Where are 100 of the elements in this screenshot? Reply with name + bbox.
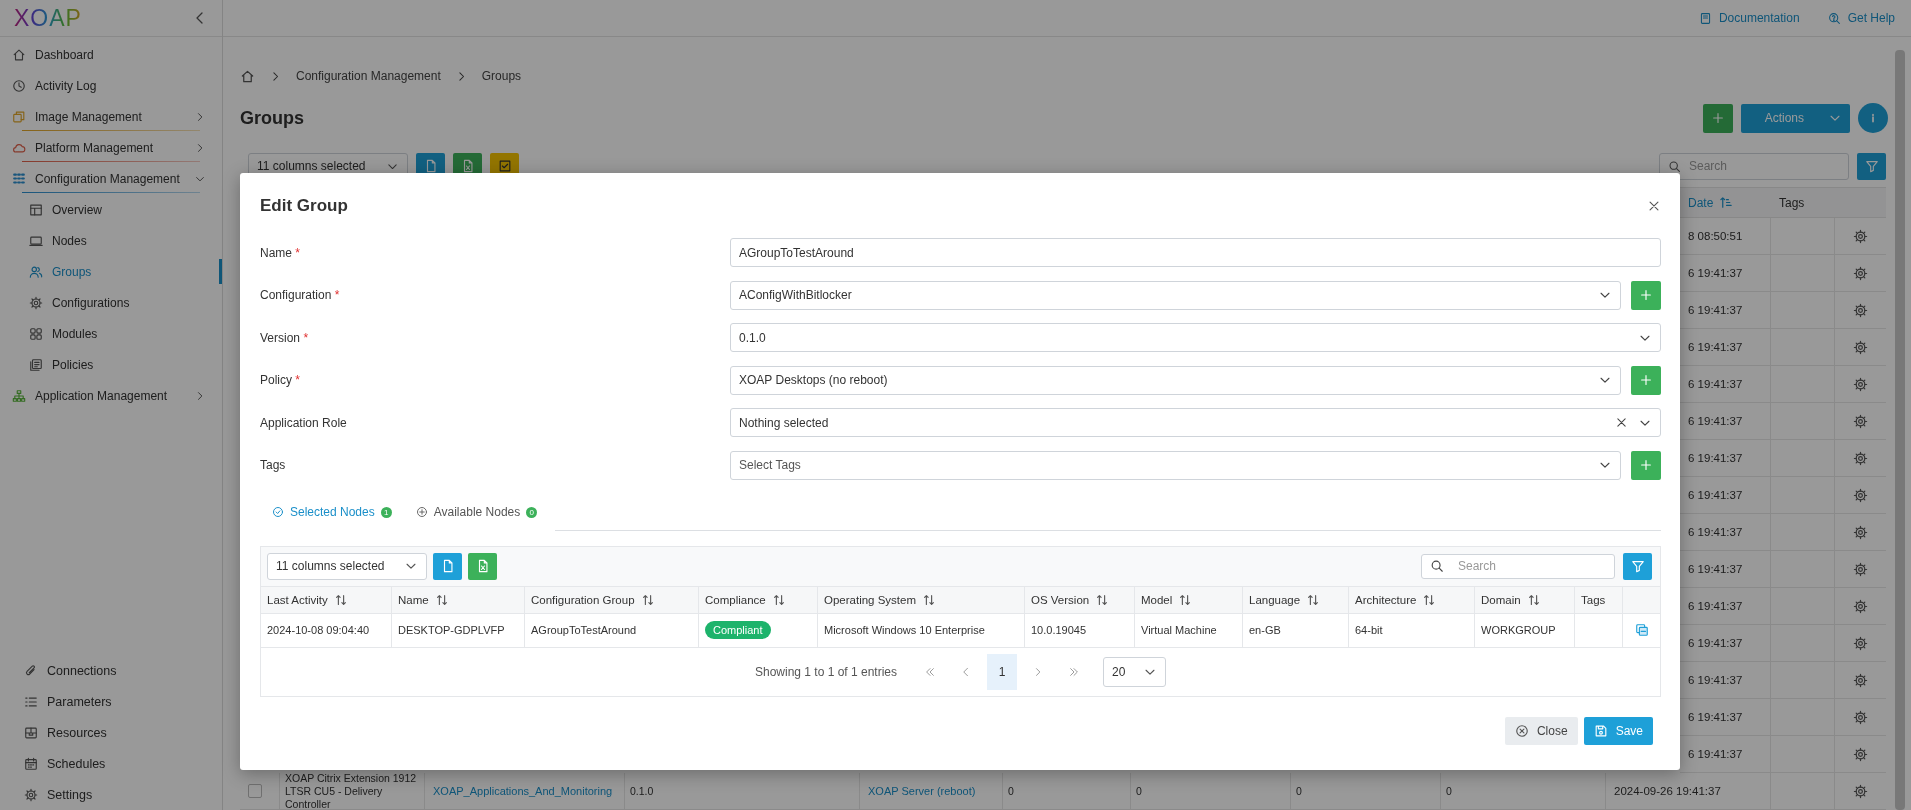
select-field[interactable]: Nothing selected <box>730 408 1661 438</box>
search-icon <box>1430 559 1444 574</box>
double-chevron-right-icon <box>1068 665 1081 678</box>
settings-button[interactable] <box>1853 746 1868 762</box>
add-button[interactable] <box>1631 450 1661 480</box>
settings-button[interactable] <box>1853 635 1868 651</box>
column-header[interactable]: OS Version <box>1025 585 1135 614</box>
add-button[interactable] <box>1631 365 1661 395</box>
select-field[interactable]: Select Tags <box>730 450 1621 480</box>
field-label: Configuration * <box>260 288 340 303</box>
sidebar-item[interactable]: Platform Management <box>0 132 222 163</box>
columns-dropdown[interactable]: 11 columns selected <box>267 552 427 580</box>
column-header[interactable]: Tags <box>1771 188 1835 218</box>
row-checkbox[interactable] <box>248 784 262 798</box>
gear-icon <box>1853 487 1868 503</box>
close-icon <box>1647 199 1661 213</box>
close-button[interactable]: Close <box>1504 716 1578 745</box>
close-button[interactable] <box>1647 199 1661 213</box>
settings-button[interactable] <box>1853 598 1868 614</box>
info-button[interactable] <box>1858 103 1888 133</box>
column-header[interactable]: Last Activity <box>261 585 392 614</box>
settings-button[interactable] <box>1853 265 1868 281</box>
settings-button[interactable] <box>1853 561 1868 577</box>
sort-icon <box>1178 592 1193 607</box>
settings-button[interactable] <box>1853 524 1868 540</box>
sidebar-item[interactable]: Image Management <box>0 101 222 132</box>
add-button[interactable] <box>1631 280 1661 310</box>
settings-button[interactable] <box>1853 302 1868 318</box>
table-cell: 0.1.0 <box>625 773 860 810</box>
settings-button[interactable] <box>1853 413 1868 429</box>
gear-icon <box>1853 450 1868 466</box>
sidebar-item[interactable]: Configurations <box>0 287 222 318</box>
tab[interactable]: Available Nodes 0 <box>403 493 550 531</box>
column-header[interactable]: Configuration Group <box>525 585 699 614</box>
settings-button[interactable] <box>1853 709 1868 725</box>
close-circle-icon <box>1514 723 1529 738</box>
sort-icon <box>1526 592 1541 607</box>
gear-icon <box>1853 228 1868 244</box>
select-field[interactable]: XOAP Desktops (no reboot) <box>730 365 1621 395</box>
tab[interactable]: Selected Nodes 1 <box>260 493 404 531</box>
gear-icon <box>1853 783 1868 799</box>
count-badge: 0 <box>526 506 538 518</box>
select-field[interactable]: 0.1.0 <box>730 323 1661 353</box>
column-header[interactable]: Operating System <box>818 585 1025 614</box>
column-header[interactable]: Tags <box>1575 585 1623 614</box>
modules-icon <box>29 326 43 341</box>
settings-button[interactable] <box>1853 672 1868 688</box>
sidebar-item[interactable]: Modules <box>0 318 222 349</box>
scrollbar[interactable] <box>1895 50 1905 810</box>
copy-button[interactable] <box>1634 623 1649 638</box>
table-cell: en-GB <box>1243 613 1349 648</box>
sidebar-item[interactable]: Application Management <box>0 380 222 411</box>
filter-button[interactable] <box>1857 152 1886 180</box>
sidebar-item[interactable]: Policies <box>0 349 222 380</box>
settings-button[interactable] <box>1853 376 1868 392</box>
column-header[interactable]: Domain <box>1475 585 1575 614</box>
help-icon <box>1827 11 1841 25</box>
dots-grid-icon <box>12 171 26 186</box>
table-cell: 0 <box>1441 773 1606 810</box>
sidebar-item[interactable]: Configuration Management <box>0 163 222 194</box>
sort-icon <box>922 592 937 607</box>
filter-button[interactable] <box>1623 552 1652 580</box>
sidebar-item[interactable]: Overview <box>0 194 222 225</box>
name-field[interactable]: AGroupToTestAround <box>730 238 1661 267</box>
column-header[interactable]: Model <box>1135 585 1243 614</box>
settings-button[interactable] <box>1853 228 1868 244</box>
sidebar-item[interactable]: Activity Log <box>0 70 222 101</box>
plus-icon <box>1639 288 1653 303</box>
table-cell: XOAP Citrix Extension 1912 LTSR CU5 - Delivery Controller <box>280 773 425 810</box>
breadcrumb-item[interactable]: Configuration Management <box>296 69 441 83</box>
page-button[interactable]: 1 <box>987 653 1018 690</box>
settings-button[interactable] <box>1853 783 1868 799</box>
save-icon <box>1593 723 1608 738</box>
column-header[interactable]: Language <box>1243 585 1349 614</box>
sidebar-item[interactable]: Dashboard <box>0 39 222 70</box>
breadcrumb-item[interactable]: Groups <box>481 69 522 83</box>
select-field[interactable]: AConfigWithBitlocker <box>730 280 1621 310</box>
gear-icon <box>1853 524 1868 540</box>
sidebar-item[interactable]: Resources <box>0 717 222 748</box>
column-header[interactable]: Architecture <box>1349 585 1475 614</box>
filter-icon <box>1864 159 1879 173</box>
sidebar-item[interactable]: Settings <box>0 779 222 810</box>
gear-icon <box>1853 339 1868 355</box>
column-header[interactable]: Compliance <box>699 585 818 614</box>
sidebar-item[interactable]: Nodes <box>0 225 222 256</box>
paperclip-icon <box>24 663 38 678</box>
sort-icon <box>771 592 786 607</box>
column-header[interactable]: Name <box>392 585 525 614</box>
sidebar-item[interactable]: Parameters <box>0 686 222 717</box>
count-badge: 1 <box>380 506 392 518</box>
plus-icon <box>1639 458 1653 473</box>
settings-button[interactable] <box>1853 450 1868 466</box>
sidebar-item[interactable]: Connections <box>0 655 222 686</box>
sidebar-item[interactable]: Schedules <box>0 748 222 779</box>
settings-button[interactable] <box>1853 487 1868 503</box>
monitor-icon <box>29 233 43 248</box>
table-cell: DESKTOP-GDPLVFP <box>392 613 525 648</box>
settings-button[interactable] <box>1853 339 1868 355</box>
search-icon <box>1668 159 1681 173</box>
page-size-dropdown[interactable]: 20 <box>1103 656 1167 687</box>
